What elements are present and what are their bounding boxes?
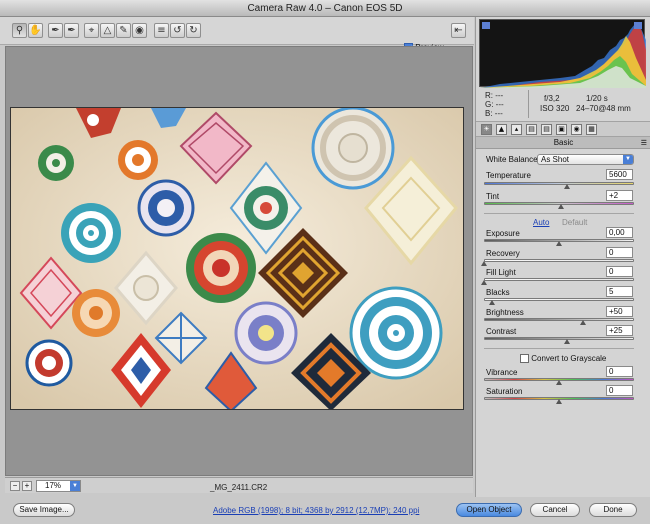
save-image-button[interactable]: Save Image... [13, 503, 75, 517]
control-label: Recovery [486, 249, 520, 258]
control-label: Saturation [486, 387, 523, 396]
white-balance-select[interactable]: As Shot ▼ [537, 154, 634, 165]
workflow-options-link[interactable]: Adobe RGB (1998); 8 bit; 4368 by 2912 (1… [213, 506, 419, 515]
toolbar: ⚲ ✋ ✒ ✒ ⌖ △ ✎ ◉ ≡ ↺ ↻ Preview ⇤ [0, 17, 474, 53]
done-button[interactable]: Done [589, 503, 637, 517]
highlight-clipping-toggle[interactable] [634, 22, 642, 29]
image-filename: _MG_2411.CR2 [210, 483, 268, 492]
slider-thumb[interactable] [488, 300, 495, 305]
control-label: Contrast [486, 327, 517, 336]
slider-thumb[interactable] [481, 280, 487, 285]
zoom-level-value: 17% [45, 481, 62, 490]
white-balance-label: White Balance: [486, 155, 540, 164]
control-label: Tint [486, 192, 500, 201]
slider-thumb[interactable] [563, 339, 570, 344]
blacks-value[interactable]: 5 [606, 286, 633, 297]
fill-light-slider[interactable] [484, 278, 634, 281]
control-label: Vibrance [486, 368, 518, 377]
tab-basic-icon[interactable]: ☀ [481, 124, 492, 135]
tab-hsl-icon[interactable]: ▤ [526, 124, 537, 135]
shadow-clipping-toggle[interactable] [482, 22, 490, 29]
potholders-photo [11, 108, 463, 409]
zoom-out-button[interactable]: − [10, 481, 20, 491]
tab-camera-calibration-icon[interactable]: ◉ [571, 124, 582, 135]
tab-split-toning-icon[interactable]: ▤ [541, 124, 552, 135]
control-label: Blacks [486, 288, 510, 297]
adjustments-panel: R: --- G: --- B: --- f/3,2 1/20 s ISO 32… [475, 17, 650, 497]
zoom-tool-icon[interactable]: ⚲ [12, 23, 27, 38]
temperature-slider[interactable] [484, 182, 634, 185]
slider-thumb[interactable] [557, 204, 564, 209]
white-balance-tool-icon[interactable]: ✒ [48, 23, 63, 38]
readout-b: B: --- [485, 109, 503, 118]
readout-g: G: --- [485, 100, 504, 109]
open-object-button[interactable]: Open Object [456, 503, 522, 517]
shutter-value: 1/20 s [586, 94, 608, 103]
exposure-value[interactable]: 0,00 [606, 227, 633, 238]
readout-divider [528, 90, 529, 118]
image-preview[interactable] [10, 107, 464, 410]
straighten-tool-icon[interactable]: △ [100, 23, 115, 38]
contrast-value[interactable]: +25 [606, 325, 633, 336]
grayscale-label: Convert to Grayscale [531, 354, 607, 363]
section-divider [484, 348, 634, 349]
white-balance-value: As Shot [541, 155, 570, 164]
window-title: Camera Raw 4.0 – Canon EOS 5D [0, 0, 650, 17]
slider-thumb[interactable] [556, 241, 562, 246]
tab-detail-icon[interactable]: ▴ [511, 124, 522, 135]
slider-thumb[interactable] [556, 399, 562, 404]
slider-thumb[interactable] [481, 261, 487, 266]
rotate-left-icon[interactable]: ↺ [170, 23, 185, 38]
control-label: Temperature [486, 171, 531, 180]
retouch-tool-icon[interactable]: ✎ [116, 23, 131, 38]
lens-value: 24–70@48 mm [576, 104, 631, 113]
grayscale-toggle[interactable]: Convert to Grayscale [520, 354, 607, 364]
iso-value: ISO 320 [540, 104, 570, 113]
slider-thumb[interactable] [556, 380, 562, 385]
recovery-slider[interactable] [484, 259, 634, 262]
control-label: Brightness [486, 308, 524, 317]
tab-presets-icon[interactable]: ▦ [586, 124, 597, 135]
blacks-slider[interactable] [484, 298, 634, 301]
zoom-in-button[interactable]: + [22, 481, 32, 491]
crop-tool-icon[interactable]: ⌖ [84, 23, 99, 38]
default-button[interactable]: Default [562, 218, 587, 227]
contrast-slider[interactable] [484, 337, 634, 340]
section-divider [484, 213, 634, 214]
brightness-slider[interactable] [484, 318, 634, 321]
panel-tabs: ☀ ▲ ▴ ▤ ▤ ▣ ◉ ▦ [476, 121, 650, 137]
readout-r: R: --- [485, 91, 504, 100]
chevron-down-icon: ▼ [70, 481, 80, 491]
slider-thumb[interactable] [580, 320, 586, 325]
panel-menu-icon[interactable]: ☰ [641, 137, 647, 149]
temperature-value[interactable]: 5600 [606, 169, 633, 180]
hand-tool-icon[interactable]: ✋ [28, 23, 43, 38]
section-title: Basic [553, 138, 574, 147]
red-eye-tool-icon[interactable]: ◉ [132, 23, 147, 38]
section-header: Basic ☰ [476, 137, 650, 149]
color-sampler-tool-icon[interactable]: ✒ [64, 23, 79, 38]
preferences-tool-icon[interactable]: ≡ [154, 23, 169, 38]
histogram-graph [480, 22, 646, 88]
tab-tone-curve-icon[interactable]: ▲ [496, 124, 507, 135]
vibrance-value[interactable]: 0 [606, 366, 633, 377]
brightness-value[interactable]: +50 [606, 306, 633, 317]
chevron-down-icon: ▼ [623, 155, 633, 164]
recovery-value[interactable]: 0 [606, 247, 633, 258]
control-label: Fill Light [486, 268, 516, 277]
zoom-level-select[interactable]: 17% ▼ [36, 480, 81, 492]
aperture-value: f/3,2 [544, 94, 560, 103]
saturation-value[interactable]: 0 [606, 385, 633, 396]
tint-value[interactable]: +2 [606, 190, 633, 201]
slider-thumb[interactable] [563, 184, 570, 189]
tab-lens-corrections-icon[interactable]: ▣ [556, 124, 567, 135]
histogram [479, 19, 646, 88]
fill-light-value[interactable]: 0 [606, 266, 633, 277]
auto-button[interactable]: Auto [533, 218, 549, 227]
rotate-right-icon[interactable]: ↻ [186, 23, 201, 38]
grayscale-checkbox[interactable] [520, 354, 529, 364]
fullscreen-toggle-icon[interactable]: ⇤ [451, 23, 466, 38]
cancel-button[interactable]: Cancel [530, 503, 580, 517]
control-label: Exposure [486, 229, 520, 238]
